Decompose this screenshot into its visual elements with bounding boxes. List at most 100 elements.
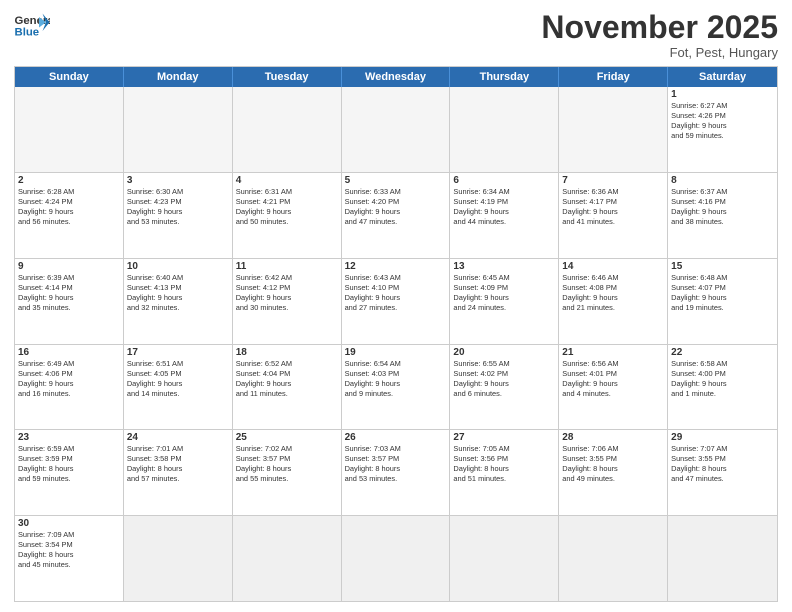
day-cell-25: 25Sunrise: 7:02 AM Sunset: 3:57 PM Dayli… [233,430,342,515]
empty-cell-0-3 [342,87,451,172]
day-info-1: Sunrise: 6:27 AM Sunset: 4:26 PM Dayligh… [671,101,774,141]
empty-cell-0-4 [450,87,559,172]
week-row-1: 2Sunrise: 6:28 AM Sunset: 4:24 PM Daylig… [15,172,777,258]
empty-cell-5-6 [668,516,777,601]
day-number-6: 6 [453,175,555,186]
day-info-9: Sunrise: 6:39 AM Sunset: 4:14 PM Dayligh… [18,273,120,313]
day-info-8: Sunrise: 6:37 AM Sunset: 4:16 PM Dayligh… [671,187,774,227]
empty-cell-5-2 [233,516,342,601]
day-info-17: Sunrise: 6:51 AM Sunset: 4:05 PM Dayligh… [127,359,229,399]
day-cell-7: 7Sunrise: 6:36 AM Sunset: 4:17 PM Daylig… [559,173,668,258]
day-info-19: Sunrise: 6:54 AM Sunset: 4:03 PM Dayligh… [345,359,447,399]
day-info-23: Sunrise: 6:59 AM Sunset: 3:59 PM Dayligh… [18,444,120,484]
day-cell-28: 28Sunrise: 7:06 AM Sunset: 3:55 PM Dayli… [559,430,668,515]
day-cell-30: 30Sunrise: 7:09 AM Sunset: 3:54 PM Dayli… [15,516,124,601]
day-number-5: 5 [345,175,447,186]
day-number-8: 8 [671,175,774,186]
day-cell-22: 22Sunrise: 6:58 AM Sunset: 4:00 PM Dayli… [668,345,777,430]
day-cell-20: 20Sunrise: 6:55 AM Sunset: 4:02 PM Dayli… [450,345,559,430]
week-row-3: 16Sunrise: 6:49 AM Sunset: 4:06 PM Dayli… [15,344,777,430]
day-info-12: Sunrise: 6:43 AM Sunset: 4:10 PM Dayligh… [345,273,447,313]
day-cell-12: 12Sunrise: 6:43 AM Sunset: 4:10 PM Dayli… [342,259,451,344]
empty-cell-0-1 [124,87,233,172]
day-info-25: Sunrise: 7:02 AM Sunset: 3:57 PM Dayligh… [236,444,338,484]
day-info-18: Sunrise: 6:52 AM Sunset: 4:04 PM Dayligh… [236,359,338,399]
day-number-3: 3 [127,175,229,186]
day-number-9: 9 [18,261,120,272]
week-row-4: 23Sunrise: 6:59 AM Sunset: 3:59 PM Dayli… [15,429,777,515]
day-number-4: 4 [236,175,338,186]
day-info-6: Sunrise: 6:34 AM Sunset: 4:19 PM Dayligh… [453,187,555,227]
svg-text:Blue: Blue [15,26,40,38]
day-number-27: 27 [453,432,555,443]
empty-cell-5-4 [450,516,559,601]
day-cell-4: 4Sunrise: 6:31 AM Sunset: 4:21 PM Daylig… [233,173,342,258]
day-info-30: Sunrise: 7:09 AM Sunset: 3:54 PM Dayligh… [18,530,120,570]
subtitle: Fot, Pest, Hungary [541,45,778,60]
day-cell-21: 21Sunrise: 6:56 AM Sunset: 4:01 PM Dayli… [559,345,668,430]
day-number-13: 13 [453,261,555,272]
day-cell-13: 13Sunrise: 6:45 AM Sunset: 4:09 PM Dayli… [450,259,559,344]
day-info-29: Sunrise: 7:07 AM Sunset: 3:55 PM Dayligh… [671,444,774,484]
empty-cell-5-5 [559,516,668,601]
calendar: Sunday Monday Tuesday Wednesday Thursday… [14,66,778,602]
day-cell-26: 26Sunrise: 7:03 AM Sunset: 3:57 PM Dayli… [342,430,451,515]
day-info-4: Sunrise: 6:31 AM Sunset: 4:21 PM Dayligh… [236,187,338,227]
day-number-16: 16 [18,347,120,358]
header-saturday: Saturday [668,67,777,87]
day-info-26: Sunrise: 7:03 AM Sunset: 3:57 PM Dayligh… [345,444,447,484]
day-info-10: Sunrise: 6:40 AM Sunset: 4:13 PM Dayligh… [127,273,229,313]
day-number-24: 24 [127,432,229,443]
day-number-18: 18 [236,347,338,358]
day-number-23: 23 [18,432,120,443]
day-cell-3: 3Sunrise: 6:30 AM Sunset: 4:23 PM Daylig… [124,173,233,258]
week-row-0: 1Sunrise: 6:27 AM Sunset: 4:26 PM Daylig… [15,87,777,172]
day-info-21: Sunrise: 6:56 AM Sunset: 4:01 PM Dayligh… [562,359,664,399]
day-number-11: 11 [236,261,338,272]
day-cell-9: 9Sunrise: 6:39 AM Sunset: 4:14 PM Daylig… [15,259,124,344]
header-wednesday: Wednesday [342,67,451,87]
empty-cell-0-5 [559,87,668,172]
day-cell-14: 14Sunrise: 6:46 AM Sunset: 4:08 PM Dayli… [559,259,668,344]
empty-cell-5-3 [342,516,451,601]
day-number-30: 30 [18,518,120,529]
day-number-17: 17 [127,347,229,358]
day-cell-2: 2Sunrise: 6:28 AM Sunset: 4:24 PM Daylig… [15,173,124,258]
day-number-26: 26 [345,432,447,443]
day-number-15: 15 [671,261,774,272]
day-info-14: Sunrise: 6:46 AM Sunset: 4:08 PM Dayligh… [562,273,664,313]
empty-cell-0-0 [15,87,124,172]
day-info-28: Sunrise: 7:06 AM Sunset: 3:55 PM Dayligh… [562,444,664,484]
day-number-25: 25 [236,432,338,443]
day-cell-6: 6Sunrise: 6:34 AM Sunset: 4:19 PM Daylig… [450,173,559,258]
day-info-24: Sunrise: 7:01 AM Sunset: 3:58 PM Dayligh… [127,444,229,484]
page: General Blue November 2025 Fot, Pest, Hu… [0,0,792,612]
day-cell-10: 10Sunrise: 6:40 AM Sunset: 4:13 PM Dayli… [124,259,233,344]
week-row-2: 9Sunrise: 6:39 AM Sunset: 4:14 PM Daylig… [15,258,777,344]
calendar-header: Sunday Monday Tuesday Wednesday Thursday… [15,67,777,87]
header-sunday: Sunday [15,67,124,87]
logo: General Blue [14,10,50,38]
day-cell-5: 5Sunrise: 6:33 AM Sunset: 4:20 PM Daylig… [342,173,451,258]
logo-icon: General Blue [14,10,50,38]
day-number-1: 1 [671,89,774,100]
header-friday: Friday [559,67,668,87]
day-info-13: Sunrise: 6:45 AM Sunset: 4:09 PM Dayligh… [453,273,555,313]
month-title: November 2025 [541,10,778,45]
day-number-28: 28 [562,432,664,443]
day-number-20: 20 [453,347,555,358]
day-cell-16: 16Sunrise: 6:49 AM Sunset: 4:06 PM Dayli… [15,345,124,430]
day-cell-27: 27Sunrise: 7:05 AM Sunset: 3:56 PM Dayli… [450,430,559,515]
day-info-22: Sunrise: 6:58 AM Sunset: 4:00 PM Dayligh… [671,359,774,399]
day-info-15: Sunrise: 6:48 AM Sunset: 4:07 PM Dayligh… [671,273,774,313]
day-cell-18: 18Sunrise: 6:52 AM Sunset: 4:04 PM Dayli… [233,345,342,430]
day-number-12: 12 [345,261,447,272]
day-number-21: 21 [562,347,664,358]
header: General Blue November 2025 Fot, Pest, Hu… [14,10,778,60]
day-cell-19: 19Sunrise: 6:54 AM Sunset: 4:03 PM Dayli… [342,345,451,430]
day-info-27: Sunrise: 7:05 AM Sunset: 3:56 PM Dayligh… [453,444,555,484]
day-cell-23: 23Sunrise: 6:59 AM Sunset: 3:59 PM Dayli… [15,430,124,515]
day-cell-8: 8Sunrise: 6:37 AM Sunset: 4:16 PM Daylig… [668,173,777,258]
title-block: November 2025 Fot, Pest, Hungary [541,10,778,60]
day-info-11: Sunrise: 6:42 AM Sunset: 4:12 PM Dayligh… [236,273,338,313]
